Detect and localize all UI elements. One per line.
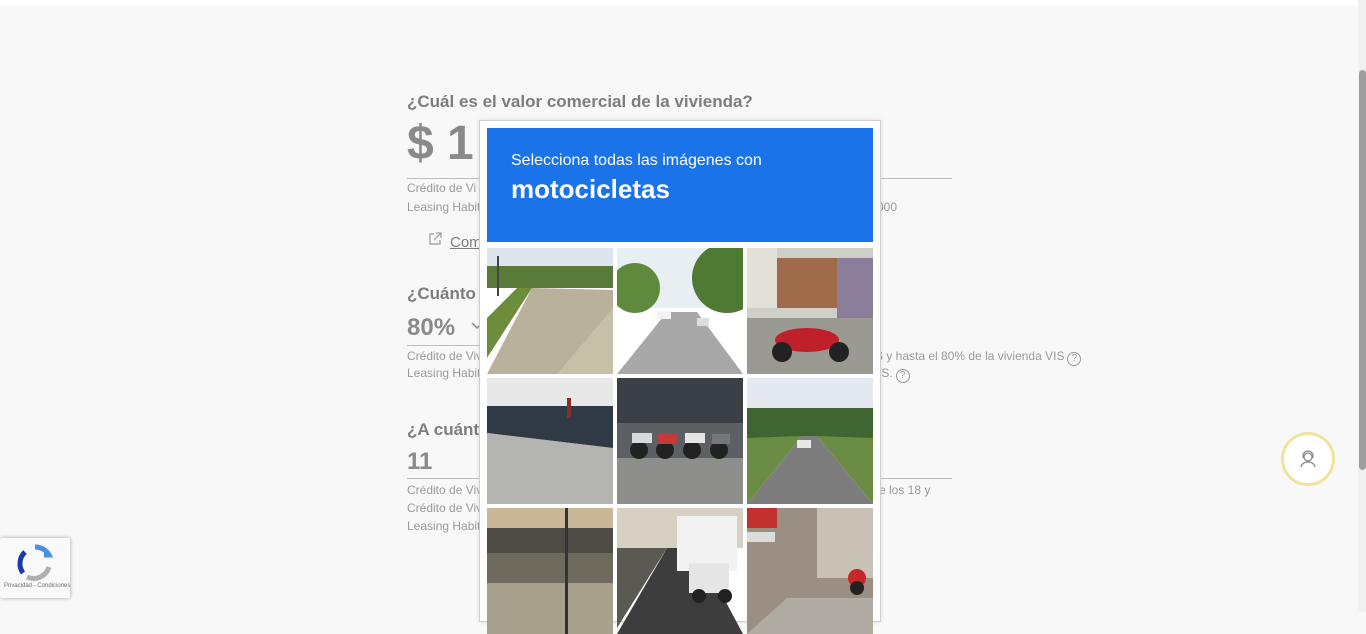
financing-percent-underline bbox=[407, 345, 487, 346]
financing-percent-note-1: Crédito de Viv bbox=[407, 349, 483, 363]
help-icon[interactable]: ? bbox=[1067, 352, 1082, 366]
financing-percent-label: ¿Cuánto c bbox=[407, 284, 491, 303]
loan-term-note-3: Leasing Habit bbox=[407, 519, 481, 533]
financing-percent-note-2-right: IS.? bbox=[878, 366, 910, 383]
recaptcha-badge[interactable]: Privacidad - Condiciones bbox=[0, 538, 70, 598]
captcha-tile-7[interactable] bbox=[487, 508, 613, 634]
sidewalk-image bbox=[487, 378, 613, 504]
truck-on-road-image bbox=[617, 508, 743, 634]
street-with-cars-image bbox=[617, 248, 743, 374]
recaptcha-terms[interactable]: Privacidad - Condiciones bbox=[4, 583, 70, 589]
top-bar bbox=[0, 0, 1358, 6]
captcha-tile-2[interactable] bbox=[617, 248, 743, 374]
property-value-label: ¿Cuál es el valor comercial de la vivien… bbox=[407, 92, 753, 111]
captcha-tile-5[interactable] bbox=[617, 378, 743, 504]
red-motorcycle-image bbox=[747, 248, 873, 374]
property-value-input[interactable]: $ 1 bbox=[407, 116, 474, 171]
loan-term-note-1-right: re los 18 y bbox=[875, 483, 931, 497]
captcha-instruction: Selecciona todas las imágenes con bbox=[511, 152, 762, 169]
captcha-tile-4[interactable] bbox=[487, 378, 613, 504]
captcha-tile-8[interactable] bbox=[617, 508, 743, 634]
financing-percent-note-1-right-text: S y hasta el 80% de la vivienda VIS bbox=[875, 349, 1065, 363]
loan-term-note-2: Crédito de Viv bbox=[407, 501, 483, 515]
financing-percent-select[interactable]: 80% bbox=[407, 314, 455, 342]
support-agent-icon bbox=[1300, 450, 1316, 468]
loan-term-input[interactable]: 11 bbox=[407, 448, 432, 476]
property-value-note-2: Leasing Habit bbox=[407, 200, 481, 214]
external-link-icon bbox=[429, 232, 442, 245]
palm-road-image bbox=[747, 378, 873, 504]
loan-term-note-1: Crédito de Viv bbox=[407, 483, 483, 497]
scrollbar-thumb[interactable] bbox=[1359, 70, 1366, 470]
help-icon[interactable]: ? bbox=[895, 369, 910, 383]
financing-percent-note-2: Leasing Habit bbox=[407, 366, 481, 380]
rail-overpass-image bbox=[487, 508, 613, 634]
chat-support-button[interactable] bbox=[1281, 432, 1335, 486]
property-value-note-1: Crédito de Vi bbox=[407, 181, 477, 195]
parked-motorcycles-image bbox=[617, 378, 743, 504]
captcha-tile-9[interactable] bbox=[747, 508, 873, 634]
captcha-tile-1[interactable] bbox=[487, 248, 613, 374]
loan-term-label: ¿A cuánto bbox=[407, 420, 490, 439]
road-with-trees-image bbox=[487, 248, 613, 374]
compare-link[interactable]: Com bbox=[450, 234, 482, 251]
captcha-challenge: Selecciona todas las imágenes con motoci… bbox=[479, 120, 881, 634]
captcha-target: motocicletas bbox=[511, 174, 670, 204]
captcha-tile-6[interactable] bbox=[747, 378, 873, 504]
page-scrollbar[interactable] bbox=[1358, 0, 1366, 612]
financing-percent-note-1-right: S y hasta el 80% de la vivienda VIS? bbox=[875, 349, 1082, 366]
stop-sign-motorcycle-image bbox=[747, 508, 873, 634]
captcha-header: Selecciona todas las imágenes con motoci… bbox=[487, 128, 873, 242]
recaptcha-logo-icon bbox=[17, 544, 54, 581]
captcha-tile-3[interactable] bbox=[747, 248, 873, 374]
